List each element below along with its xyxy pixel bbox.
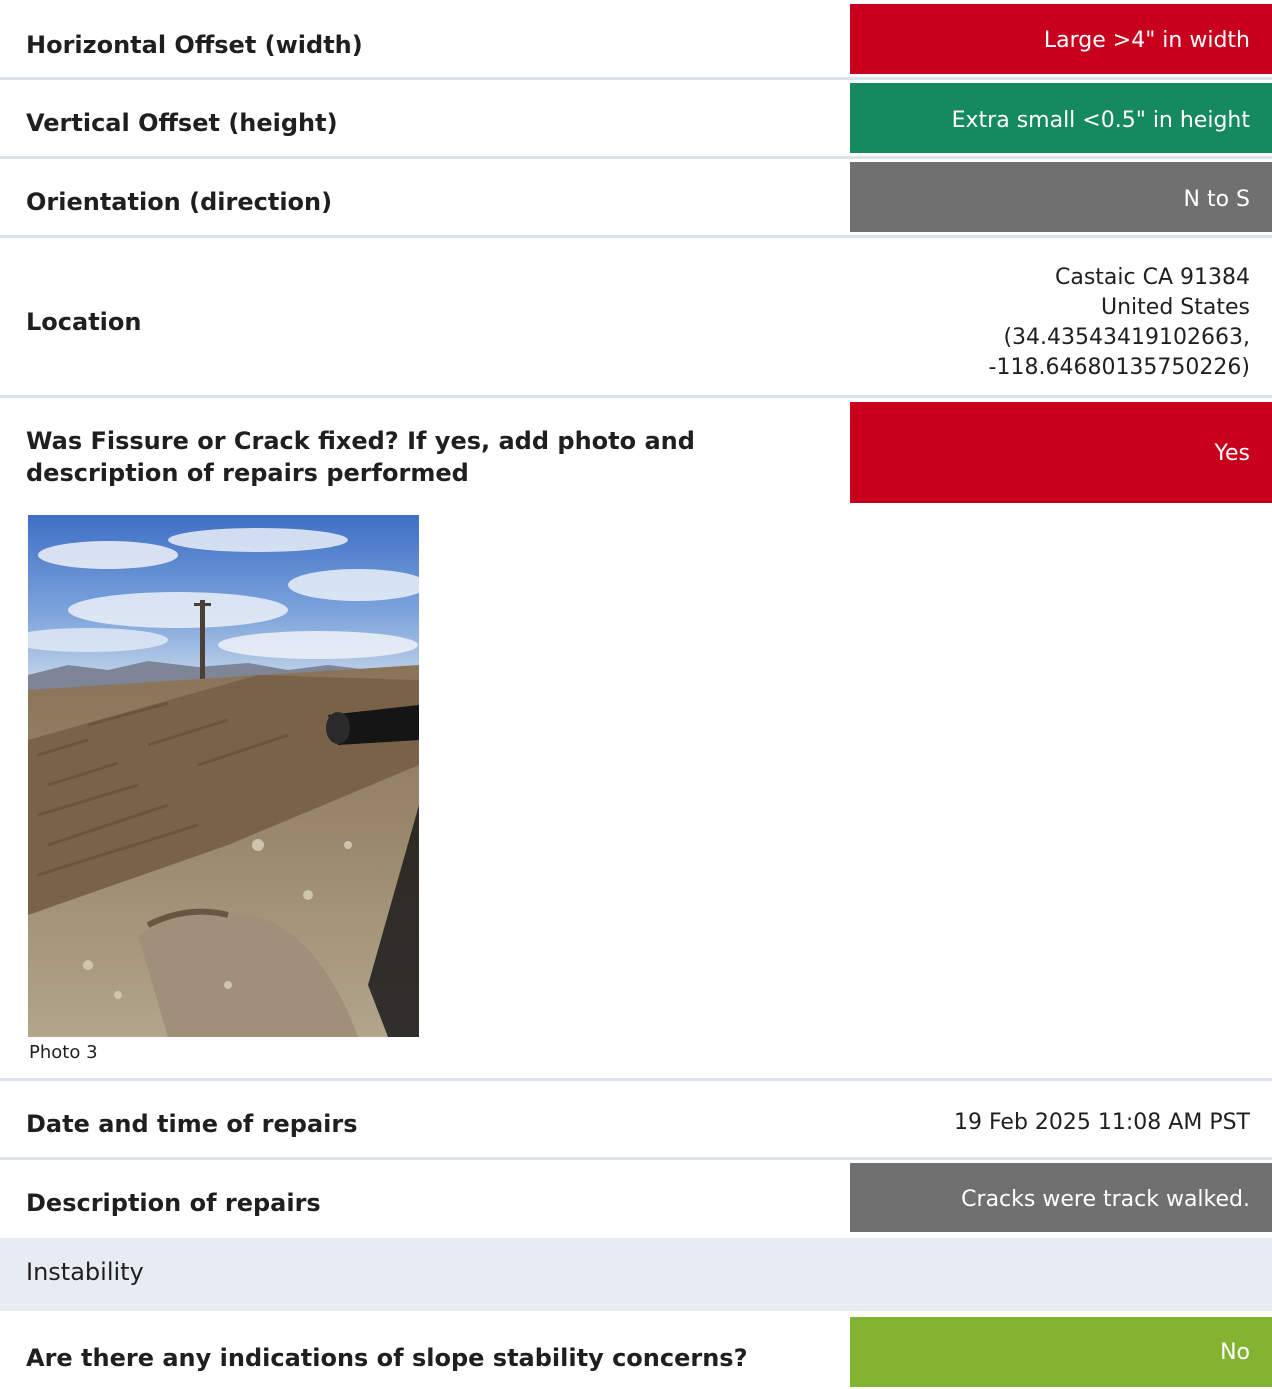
location-line: United States	[1101, 295, 1250, 320]
field-row-crack-fixed: Was Fissure or Crack fixed? If yes, add …	[0, 398, 1272, 508]
field-label: Date and time of repairs	[26, 1110, 358, 1138]
field-row-vertical-offset: Vertical Offset (height) Extra small <0.…	[0, 80, 1272, 157]
field-label: Orientation (direction)	[26, 188, 333, 216]
location-address: Castaic CA 91384 United States (34.43543…	[989, 263, 1250, 383]
field-label: Was Fissure or Crack fixed? If yes, add …	[26, 427, 695, 487]
field-value-badge: Yes	[850, 402, 1272, 503]
field-label: Description of repairs	[26, 1189, 321, 1217]
photo-caption: Photo 3	[29, 1042, 98, 1063]
field-row-location: Location Castaic CA 91384 United States …	[0, 238, 1272, 396]
repair-photo[interactable]	[28, 515, 419, 1037]
field-label: Location	[26, 308, 142, 336]
field-label: Are there any indications of slope stabi…	[26, 1344, 748, 1372]
location-line: -118.64680135750226)	[988, 355, 1250, 380]
field-label: Horizontal Offset (width)	[26, 31, 363, 59]
section-header-instability: Instability	[0, 1238, 1272, 1311]
field-row-orientation: Orientation (direction) N to S	[0, 159, 1272, 236]
field-value-badge: Extra small <0.5" in height	[850, 83, 1272, 153]
field-value-badge: Cracks were track walked.	[850, 1163, 1272, 1232]
location-line: Castaic CA 91384	[1054, 265, 1250, 290]
field-row-repair-description: Description of repairs Cracks were track…	[0, 1160, 1272, 1237]
field-row-repair-date: Date and time of repairs 19 Feb 2025 11:…	[0, 1081, 1272, 1158]
field-row-slope-stability: Are there any indications of slope stabi…	[0, 1311, 1272, 1389]
field-label: Vertical Offset (height)	[26, 109, 338, 137]
field-value-badge: Large >4" in width	[850, 4, 1272, 74]
field-row-horizontal-offset: Horizontal Offset (width) Large >4" in w…	[0, 0, 1272, 78]
location-line: (34.43543419102663,	[1003, 325, 1250, 350]
field-value-badge: N to S	[850, 162, 1272, 232]
field-value: 19 Feb 2025 11:08 AM PST	[953, 1110, 1250, 1135]
section-title: Instability	[26, 1258, 144, 1286]
field-value-badge: No	[850, 1317, 1272, 1387]
